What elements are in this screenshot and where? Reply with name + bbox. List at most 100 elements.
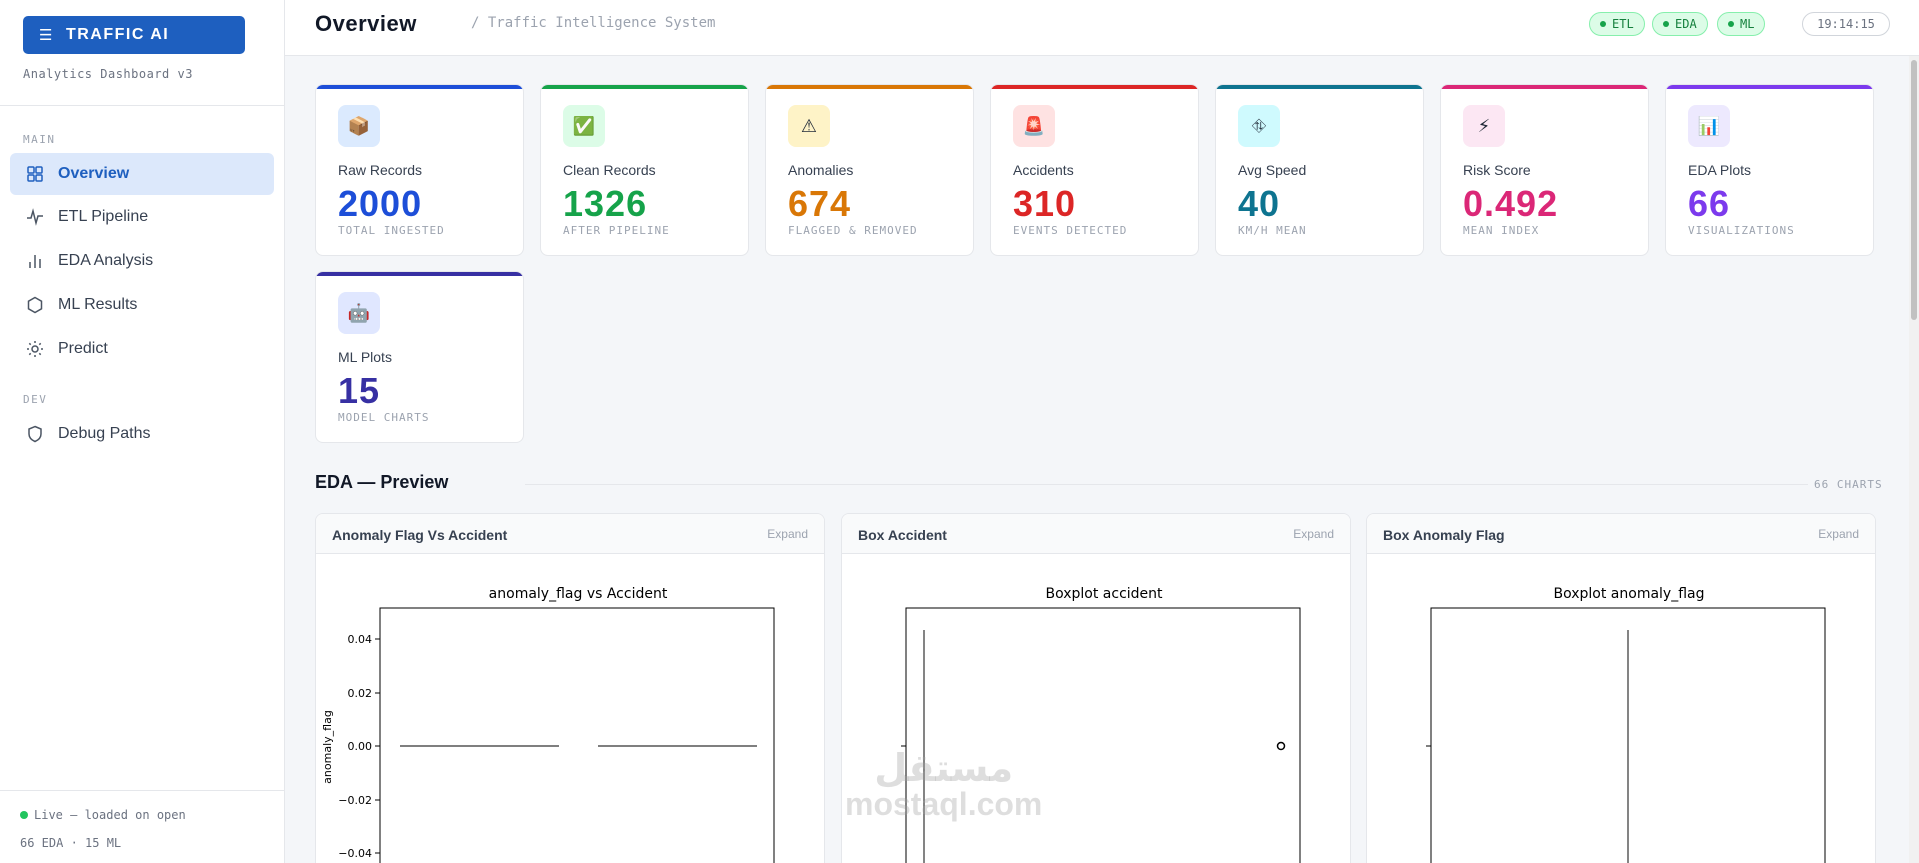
plot-counts: 66 EDA · 15 ML bbox=[20, 836, 122, 850]
chart-panel-box-anomaly-flag: Box Anomaly Flag Expand Boxplot anomaly_… bbox=[1366, 513, 1876, 863]
panel-title: Box Accident bbox=[858, 527, 947, 543]
clock: 19:14:15 bbox=[1802, 12, 1890, 36]
stat-subtitle: VISUALIZATIONS bbox=[1688, 224, 1795, 237]
expand-button[interactable]: Expand bbox=[767, 527, 808, 541]
sidebar-item-overview[interactable]: Overview bbox=[10, 153, 274, 195]
card-accent-bar bbox=[316, 85, 523, 89]
sidebar-item-label: Debug Paths bbox=[58, 425, 151, 442]
stat-card-anomalies: ⚠ Anomalies 674 FLAGGED & REMOVED bbox=[765, 84, 974, 256]
status-badge-label: EDA bbox=[1675, 17, 1697, 31]
sun-icon bbox=[27, 341, 43, 357]
stat-value: 0.492 bbox=[1463, 183, 1559, 224]
sidebar-item-label: ETL Pipeline bbox=[58, 208, 149, 225]
anomaly-flag-boxplot: Boxplot anomaly_flag bbox=[1426, 586, 1826, 863]
card-accent-bar bbox=[766, 85, 973, 89]
stat-value: 2000 bbox=[338, 183, 423, 224]
sidebar-item-label: Overview bbox=[58, 165, 130, 182]
box-icon: 📦 bbox=[338, 105, 380, 147]
live-status: Live — loaded on open bbox=[20, 808, 186, 822]
stat-label: Risk Score bbox=[1463, 162, 1531, 178]
expand-button[interactable]: Expand bbox=[1293, 527, 1334, 541]
anomaly-flag-violin-plot: anomaly_flag vs Accident 0.04 0.02 0.00 … bbox=[321, 586, 775, 863]
layers-icon: ☰ bbox=[39, 27, 54, 44]
sidebar-item-predict[interactable]: Predict bbox=[10, 328, 274, 370]
y-tick-label: 0.02 bbox=[348, 687, 373, 700]
lightning-icon: ⚡ bbox=[1463, 105, 1505, 147]
panel-header: Anomaly Flag Vs Accident Expand bbox=[316, 514, 824, 554]
stat-card-eda-plots: 📊 EDA Plots 66 VISUALIZATIONS bbox=[1665, 84, 1874, 256]
panel-title: Box Anomaly Flag bbox=[1383, 527, 1505, 543]
bar-chart-icon bbox=[29, 255, 41, 268]
sidebar-item-ml-results[interactable]: ML Results bbox=[10, 284, 274, 326]
stat-label: Accidents bbox=[1013, 162, 1074, 178]
stat-label: Avg Speed bbox=[1238, 162, 1307, 178]
brand-logo[interactable]: ☰ TRAFFIC AI bbox=[23, 16, 245, 54]
warning-icon: ⚠ bbox=[788, 105, 830, 147]
stat-card-ml-plots: 🤖 ML Plots 15 MODEL CHARTS bbox=[315, 271, 524, 443]
watermark-url: mostaql.com bbox=[845, 786, 1043, 822]
sidebar-item-eda-analysis[interactable]: EDA Analysis bbox=[10, 240, 274, 282]
card-accent-bar bbox=[316, 272, 523, 276]
y-tick-label: −0.04 bbox=[338, 847, 372, 860]
y-ticks: 0.04 0.02 0.00 −0.02 −0.04 bbox=[338, 633, 380, 860]
card-accent-bar bbox=[1666, 85, 1873, 89]
y-axis-label: anomaly_flag bbox=[321, 710, 334, 784]
stat-subtitle: AFTER PIPELINE bbox=[563, 224, 670, 237]
stat-subtitle: MODEL CHARTS bbox=[338, 411, 430, 424]
check-icon: ✅ bbox=[563, 105, 605, 147]
section-label-main: MAIN bbox=[23, 133, 56, 146]
sidebar-item-etl-pipeline[interactable]: ETL Pipeline bbox=[10, 196, 274, 238]
stat-card-accidents: 🚨 Accidents 310 EVENTS DETECTED bbox=[990, 84, 1199, 256]
top-header: Overview / Traffic Intelligence System E… bbox=[285, 0, 1919, 56]
brand-name: TRAFFIC AI bbox=[65, 26, 170, 43]
section-count: 66 CHARTS bbox=[1814, 478, 1883, 491]
chart-icon: 📊 bbox=[1688, 105, 1730, 147]
status-badge-ml: ML bbox=[1717, 12, 1766, 36]
stat-card-raw-records: 📦 Raw Records 2000 TOTAL INGESTED bbox=[315, 84, 524, 256]
plot-title: Boxplot anomaly_flag bbox=[1554, 586, 1705, 602]
sidebar-item-label: ML Results bbox=[58, 296, 138, 313]
watermark-arabic: مستقل bbox=[874, 748, 1014, 790]
sidebar-item-debug-paths[interactable]: Debug Paths bbox=[10, 413, 274, 455]
stat-subtitle: KM/H MEAN bbox=[1238, 224, 1307, 237]
live-status-text: Live — loaded on open bbox=[34, 808, 186, 822]
expand-button[interactable]: Expand bbox=[1818, 527, 1859, 541]
plot-frame bbox=[905, 607, 1301, 863]
page-title: Overview bbox=[315, 11, 417, 36]
section-title: EDA — Preview bbox=[315, 472, 449, 492]
stat-label: Raw Records bbox=[338, 162, 423, 178]
status-badge-label: ML bbox=[1740, 17, 1755, 31]
y-tick-label: 0.00 bbox=[348, 740, 373, 753]
stat-value: 40 bbox=[1238, 183, 1281, 224]
stat-subtitle: EVENTS DETECTED bbox=[1013, 224, 1128, 237]
stat-value: 674 bbox=[788, 183, 852, 224]
stat-value: 15 bbox=[338, 370, 381, 411]
stat-value: 310 bbox=[1013, 183, 1077, 224]
sidebar: ☰ TRAFFIC AI Analytics Dashboard v3 MAIN… bbox=[0, 0, 285, 863]
status-badge-eda: EDA bbox=[1652, 12, 1708, 36]
robot-icon: 🤖 bbox=[338, 292, 380, 334]
y-tick-label: −0.02 bbox=[338, 794, 372, 807]
watermark: مستقل mostaql.com bbox=[845, 750, 1042, 820]
status-dot-icon bbox=[1600, 21, 1606, 27]
stat-label: EDA Plots bbox=[1688, 162, 1752, 178]
stat-label: Anomalies bbox=[788, 162, 854, 178]
stat-value: 66 bbox=[1688, 183, 1731, 224]
page-subtitle: / Traffic Intelligence System bbox=[471, 15, 716, 31]
card-accent-bar bbox=[541, 85, 748, 89]
plot-title: Boxplot accident bbox=[1045, 586, 1163, 602]
stat-subtitle: MEAN INDEX bbox=[1463, 224, 1540, 237]
scrollbar-thumb[interactable] bbox=[1911, 60, 1917, 320]
card-accent-bar bbox=[1441, 85, 1648, 89]
stat-value: 1326 bbox=[563, 183, 648, 224]
shield-icon bbox=[28, 425, 42, 443]
brand-subtitle: Analytics Dashboard v3 bbox=[23, 67, 193, 81]
outlier-point bbox=[1276, 741, 1286, 751]
status-badge-label: ETL bbox=[1612, 17, 1634, 31]
status-dot-icon bbox=[1728, 21, 1734, 27]
stat-label: ML Plots bbox=[338, 349, 392, 365]
grid-icon bbox=[27, 166, 43, 182]
page-scrollbar[interactable] bbox=[1909, 56, 1919, 863]
panel-header: Box Anomaly Flag Expand bbox=[1367, 514, 1875, 554]
hexagon-icon bbox=[27, 296, 43, 314]
